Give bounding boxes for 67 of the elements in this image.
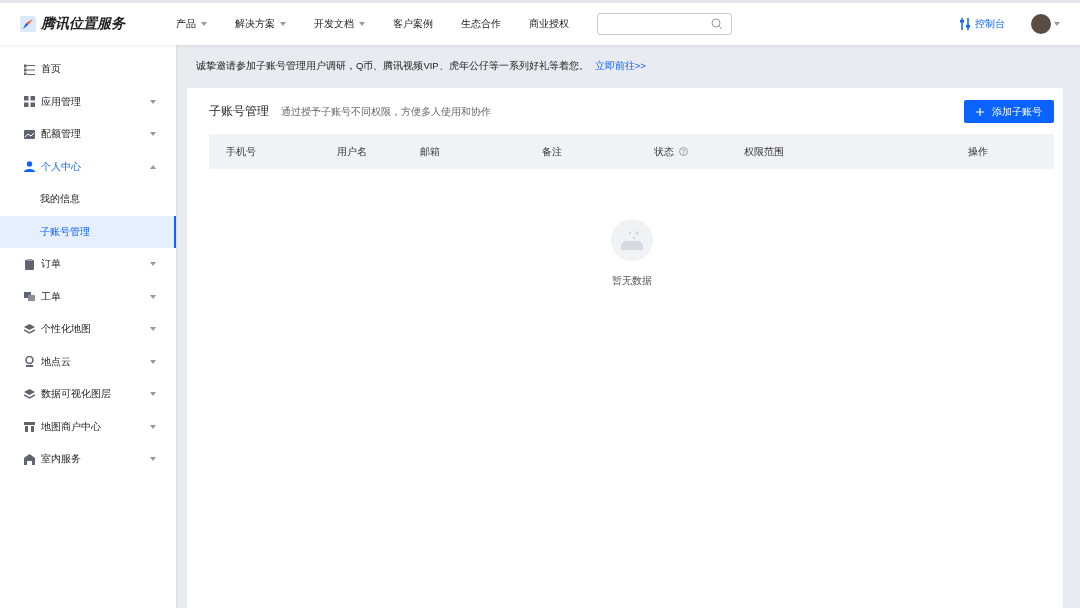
caret-icon <box>201 22 207 26</box>
user-icon <box>24 161 35 173</box>
sidebar-item[interactable]: 数据可视化图层 <box>0 378 176 411</box>
caret-icon[interactable] <box>1054 22 1060 26</box>
panel-title: 子账号管理 <box>209 103 269 120</box>
column-header: 状态 <box>654 144 744 159</box>
avatar[interactable] <box>1031 14 1051 34</box>
sidebar-item[interactable]: 订单 <box>0 248 176 281</box>
sidebar-item[interactable]: 应用管理 <box>0 85 176 118</box>
caret-icon <box>150 327 156 332</box>
caret-icon <box>150 392 156 397</box>
clipboard-icon <box>24 258 35 270</box>
picture-icon <box>24 128 35 140</box>
sidebar-subitem[interactable]: 子账号管理 <box>0 215 176 248</box>
chat-cards-icon <box>24 291 35 303</box>
sliders-icon <box>960 18 970 30</box>
caret-icon <box>280 22 286 26</box>
nav-link[interactable]: 解决方案 <box>235 17 286 31</box>
caret-icon <box>150 457 156 462</box>
map-pin-icon <box>24 356 35 368</box>
layers-icon <box>24 323 35 335</box>
empty-message: 暂无数据 <box>611 275 652 288</box>
add-sub-account-button[interactable]: 添加子账号 <box>964 100 1054 123</box>
column-header: 邮箱 <box>420 144 441 159</box>
caret-icon <box>150 99 156 104</box>
nav-link[interactable]: 开发文档 <box>314 17 365 31</box>
nav-link[interactable]: 商业授权 <box>529 17 569 31</box>
plus-icon <box>976 107 984 116</box>
caret-icon <box>359 22 365 26</box>
column-header: 权限范围 <box>744 144 785 159</box>
caret-icon <box>150 424 156 429</box>
compass-logo-icon <box>20 16 36 32</box>
search-field[interactable] <box>597 13 732 35</box>
storefront-icon <box>24 421 35 433</box>
sidebar-item[interactable]: 配额管理 <box>0 118 176 151</box>
sidebar-item[interactable]: 个人中心 <box>0 150 176 183</box>
layers-icon <box>24 388 35 400</box>
grid-icon <box>24 96 35 108</box>
go-now-link[interactable]: 立即前往>> <box>594 60 646 73</box>
survey-invitation: 诚挚邀请参加子账号管理用户调研，Q币、腾讯视频VIP、虎年公仔等一系列好礼等着您。 <box>196 60 589 73</box>
sidebar-item[interactable]: 首页 <box>0 53 176 86</box>
column-header: 手机号 <box>226 144 257 159</box>
column-header: 操作 <box>968 144 989 159</box>
sidebar-item[interactable]: 工单 <box>0 280 176 313</box>
caret-icon <box>150 294 156 299</box>
nav-link[interactable]: 生态合作 <box>461 17 501 31</box>
sidebar-item[interactable]: 地图商户中心 <box>0 410 176 443</box>
caret-icon <box>150 359 156 364</box>
sidebar-item[interactable]: 室内服务 <box>0 443 176 476</box>
column-header: 备注 <box>542 144 563 159</box>
caret-icon <box>150 262 156 267</box>
sidebar-subitem[interactable]: 我的信息 <box>0 183 176 216</box>
sidebar-item[interactable]: 地点云 <box>0 345 176 378</box>
brand-name[interactable]: 腾讯位置服务 <box>41 15 125 33</box>
column-header: 用户名 <box>337 144 368 159</box>
nav-link[interactable]: 客户案例 <box>393 17 433 31</box>
search-icon <box>711 18 723 30</box>
house-icon <box>24 453 35 465</box>
help-icon[interactable] <box>679 147 688 156</box>
panel-description: 通过授予子账号不同权限，方便多人使用和协作 <box>281 104 492 119</box>
nav-link[interactable]: 产品 <box>176 17 207 31</box>
sidebar-item[interactable]: 个性化地图 <box>0 313 176 346</box>
empty-box-icon <box>610 219 653 261</box>
list-icon <box>24 63 35 75</box>
console-link[interactable]: 控制台 <box>975 17 1005 31</box>
caret-icon <box>150 164 156 169</box>
caret-icon <box>150 132 156 137</box>
